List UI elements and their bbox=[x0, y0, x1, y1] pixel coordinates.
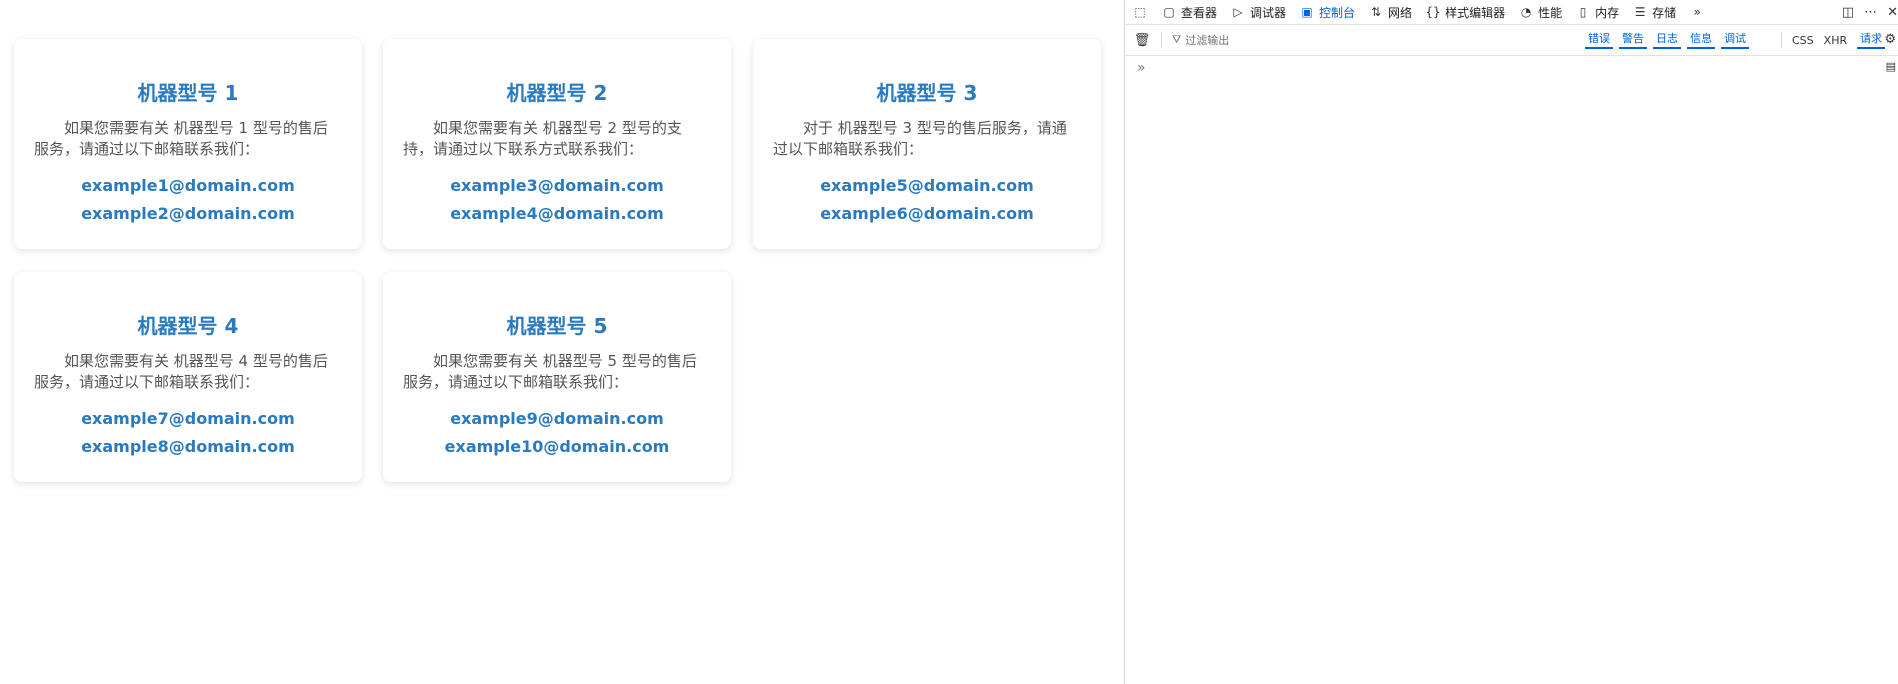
tab-label: 存储 bbox=[1652, 5, 1677, 20]
tab-label: 性能 bbox=[1538, 5, 1563, 20]
more-tabs-icon[interactable]: » bbox=[1690, 5, 1709, 19]
tab-style-editor[interactable]: {} 样式编辑器 bbox=[1425, 4, 1506, 21]
tab-debugger[interactable]: ▷ 调试器 bbox=[1231, 4, 1286, 21]
close-icon[interactable]: ✕ bbox=[1887, 5, 1898, 20]
email-link[interactable]: example6@domain.com bbox=[773, 200, 1081, 228]
category-requests-toggle[interactable]: 请求 bbox=[1857, 31, 1886, 49]
email-link[interactable]: example4@domain.com bbox=[403, 200, 711, 228]
email-link[interactable]: example7@domain.com bbox=[34, 405, 342, 433]
card-description: 对于 机器型号 3 型号的售后服务，请通过以下邮箱联系我们： bbox=[773, 119, 1067, 158]
product-card-2: 机器型号 2 如果您需要有关 机器型号 2 型号的支持，请通过以下联系方式联系我… bbox=[383, 39, 731, 249]
card-description: 如果您需要有关 机器型号 5 型号的售后服务，请通过以下邮箱联系我们： bbox=[403, 352, 697, 391]
email-link[interactable]: example9@domain.com bbox=[403, 405, 711, 433]
inspector-icon: ▢ bbox=[1163, 5, 1175, 19]
email-link[interactable]: example8@domain.com bbox=[34, 433, 342, 461]
email-link[interactable]: example10@domain.com bbox=[403, 433, 711, 461]
category-xhr-toggle[interactable]: XHR bbox=[1824, 34, 1847, 47]
filter-output-input[interactable]: ⛛ 过滤输出 bbox=[1172, 32, 1229, 48]
card-title: 机器型号 1 bbox=[137, 81, 239, 105]
tab-console[interactable]: ▣ 控制台 bbox=[1300, 4, 1355, 21]
element-picker-icon[interactable]: ⬚ bbox=[1133, 5, 1152, 19]
tab-performance[interactable]: ◔ 性能 bbox=[1519, 4, 1562, 21]
debugger-icon: ▷ bbox=[1233, 5, 1243, 19]
tab-label: 网络 bbox=[1388, 5, 1413, 20]
storage-icon: ☰ bbox=[1634, 5, 1646, 19]
tab-label: 样式编辑器 bbox=[1445, 5, 1506, 20]
product-card-1: 机器型号 1 如果您需要有关 机器型号 1 型号的售后服务，请通过以下邮箱联系我… bbox=[14, 39, 362, 249]
email-link[interactable]: example1@domain.com bbox=[34, 172, 342, 200]
level-warning-toggle[interactable]: 警告 bbox=[1619, 31, 1647, 49]
product-card-5: 机器型号 5 如果您需要有关 机器型号 5 型号的售后服务，请通过以下邮箱联系我… bbox=[383, 272, 731, 482]
tab-label: 查看器 bbox=[1181, 5, 1218, 20]
filter-placeholder: 过滤输出 bbox=[1185, 34, 1230, 47]
category-css-toggle[interactable]: CSS bbox=[1792, 34, 1814, 47]
console-toolbar: 🗑 ⛛ 过滤输出 错误 警告 日志 信息 调试 CSS XHR 请求 ⚙ bbox=[1125, 25, 1898, 56]
card-description: 如果您需要有关 机器型号 2 型号的支持，请通过以下联系方式联系我们： bbox=[403, 119, 682, 158]
tab-inspector[interactable]: ▢ 查看器 bbox=[1162, 4, 1217, 21]
level-info-toggle[interactable]: 信息 bbox=[1687, 31, 1715, 49]
tab-label: 调试器 bbox=[1250, 5, 1287, 20]
tab-label: 控制台 bbox=[1319, 5, 1356, 20]
card-description: 如果您需要有关 机器型号 1 型号的售后服务，请通过以下邮箱联系我们： bbox=[34, 119, 328, 158]
performance-icon: ◔ bbox=[1520, 5, 1532, 19]
divider bbox=[1781, 32, 1782, 48]
style-editor-icon: {} bbox=[1425, 5, 1441, 19]
split-console-icon[interactable]: ▤ bbox=[1886, 60, 1896, 73]
divider bbox=[1161, 32, 1162, 48]
dock-side-icon[interactable]: ◫ bbox=[1842, 5, 1854, 20]
memory-icon: ▯ bbox=[1579, 5, 1587, 19]
console-icon: ▣ bbox=[1301, 5, 1313, 19]
trash-icon[interactable]: 🗑 bbox=[1134, 33, 1151, 48]
filter-icon: ⛛ bbox=[1172, 33, 1182, 46]
log-level-filters: 错误 警告 日志 信息 调试 bbox=[1585, 25, 1755, 55]
tab-network[interactable]: ⇅ 网络 bbox=[1369, 4, 1412, 21]
page-area: 机器型号 1 如果您需要有关 机器型号 1 型号的售后服务，请通过以下邮箱联系我… bbox=[0, 0, 1124, 684]
settings-gear-icon[interactable]: ⚙ bbox=[1884, 32, 1896, 47]
card-description: 如果您需要有关 机器型号 4 型号的售后服务，请通过以下邮箱联系我们： bbox=[34, 352, 328, 391]
product-card-3: 机器型号 3 对于 机器型号 3 型号的售后服务，请通过以下邮箱联系我们： ex… bbox=[753, 39, 1101, 249]
card-title: 机器型号 2 bbox=[506, 81, 608, 105]
console-prompt[interactable]: » bbox=[1137, 60, 1146, 76]
devtools-panel: ⬚ ▢ 查看器 ▷ 调试器 ▣ 控制台 ⇅ 网络 {} 样式编辑器 ◔ 性能 ▯… bbox=[1124, 0, 1898, 684]
email-link[interactable]: example3@domain.com bbox=[403, 172, 711, 200]
tab-label: 内存 bbox=[1595, 5, 1620, 20]
tab-memory[interactable]: ▯ 内存 bbox=[1576, 4, 1619, 21]
devtools-tab-bar: ⬚ ▢ 查看器 ▷ 调试器 ▣ 控制台 ⇅ 网络 {} 样式编辑器 ◔ 性能 ▯… bbox=[1125, 0, 1898, 25]
product-card-4: 机器型号 4 如果您需要有关 机器型号 4 型号的售后服务，请通过以下邮箱联系我… bbox=[14, 272, 362, 482]
more-options-icon[interactable]: ⋯ bbox=[1864, 5, 1877, 20]
network-icon: ⇅ bbox=[1371, 5, 1382, 19]
tab-storage[interactable]: ☰ 存储 bbox=[1633, 4, 1676, 21]
level-log-toggle[interactable]: 日志 bbox=[1653, 31, 1681, 49]
card-title: 机器型号 3 bbox=[876, 81, 978, 105]
category-filters: CSS XHR 请求 bbox=[1781, 25, 1886, 55]
card-title: 机器型号 5 bbox=[506, 314, 608, 338]
card-title: 机器型号 4 bbox=[137, 314, 239, 338]
email-link[interactable]: example2@domain.com bbox=[34, 200, 342, 228]
level-error-toggle[interactable]: 错误 bbox=[1585, 31, 1613, 49]
email-link[interactable]: example5@domain.com bbox=[773, 172, 1081, 200]
level-debug-toggle[interactable]: 调试 bbox=[1721, 31, 1749, 49]
